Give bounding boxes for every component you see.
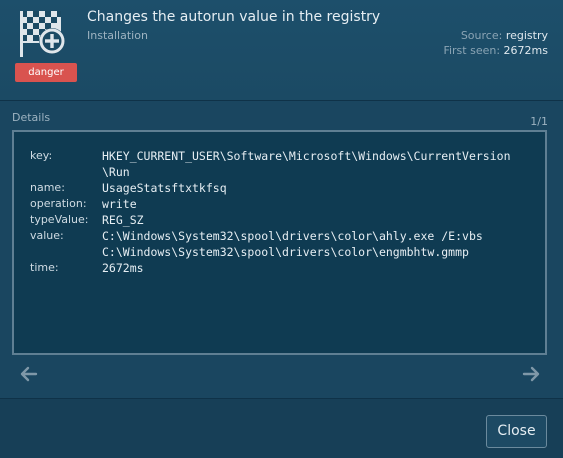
detail-key: time: (30, 261, 59, 274)
detail-key: typeValue: (30, 213, 89, 226)
detail-value: HKEY_CURRENT_USER\Software\Microsoft\Win… (102, 148, 542, 180)
detail-value-line: C:\Windows\System32\spool\drivers\color\… (102, 245, 469, 259)
next-arrow-icon[interactable] (522, 366, 540, 382)
source-value: registry (505, 29, 548, 42)
severity-badge: danger (15, 63, 77, 82)
first-seen-meta: First seen: 2672ms (443, 44, 548, 57)
detail-key: operation: (30, 197, 87, 210)
checkered-flag-plus-icon (20, 11, 65, 57)
close-button[interactable]: Close (486, 415, 547, 448)
dialog-header: danger Changes the autorun value in the … (0, 0, 563, 101)
first-seen-value: 2672ms (503, 44, 548, 57)
signature-category: Installation (87, 29, 148, 42)
detail-value: write (102, 197, 137, 211)
dialog-footer: Close (0, 398, 563, 458)
first-seen-label: First seen: (443, 44, 501, 57)
detail-value: C:\Windows\System32\spool\drivers\color\… (102, 228, 542, 260)
signature-title: Changes the autorun value in the registr… (87, 9, 381, 25)
detail-value-line: \Run (102, 165, 130, 179)
detail-value: UsageStatsftxtkfsq (102, 181, 227, 195)
source-label: Source: (460, 29, 503, 42)
detail-value-line: C:\Windows\System32\spool\drivers\color\… (102, 229, 483, 243)
detail-key: name: (30, 181, 65, 194)
previous-arrow-icon[interactable] (20, 366, 38, 382)
detail-key: key: (30, 149, 53, 162)
page-indicator: 1/1 (530, 115, 548, 128)
detail-value: REG_SZ (102, 213, 144, 227)
incident-dialog: danger Changes the autorun value in the … (0, 0, 563, 458)
detail-value: 2672ms (102, 261, 144, 275)
details-heading: Details (12, 111, 51, 124)
details-panel: key: HKEY_CURRENT_USER\Software\Microsof… (12, 130, 547, 355)
detail-key: value: (30, 229, 64, 242)
detail-value-line: HKEY_CURRENT_USER\Software\Microsoft\Win… (102, 149, 511, 163)
source-meta: Source: registry (461, 29, 548, 42)
